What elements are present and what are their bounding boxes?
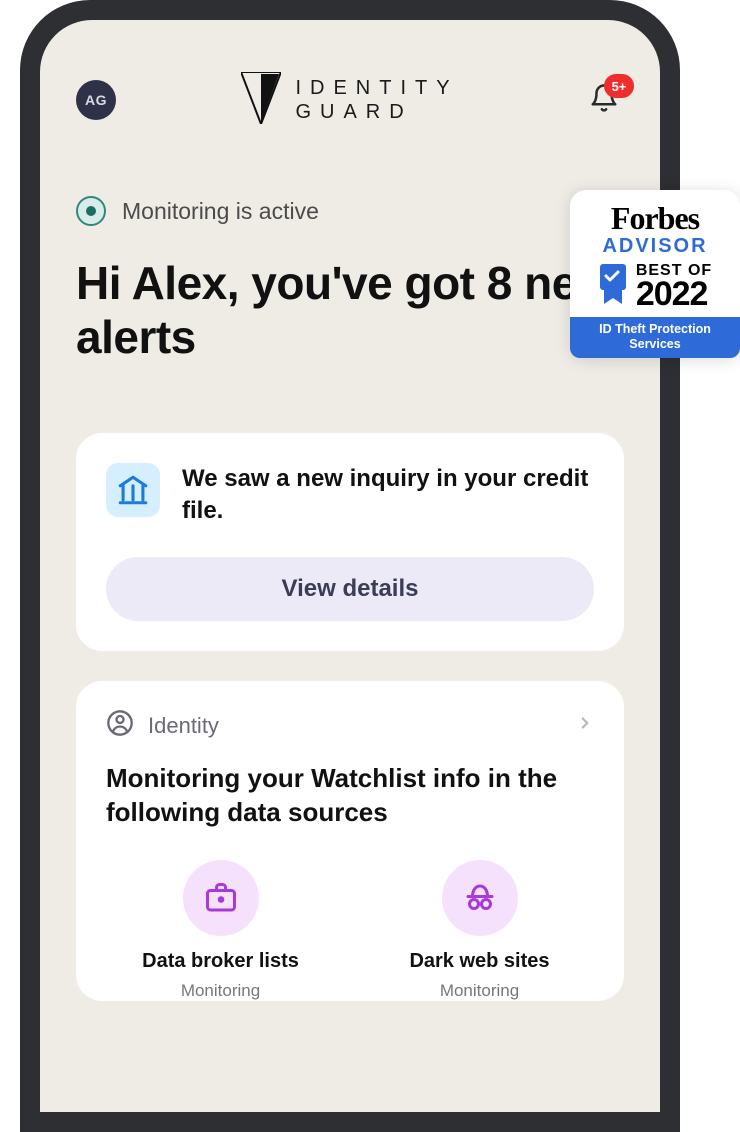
status-text: Monitoring is active	[122, 198, 319, 225]
notification-badge: 5+	[604, 74, 634, 98]
avatar[interactable]: AG	[76, 80, 116, 120]
identity-heading: Monitoring your Watchlist info in the fo…	[106, 762, 594, 830]
chevron-right-icon	[576, 714, 594, 737]
incognito-icon	[442, 860, 518, 936]
forbes-advisor-label: ADVISOR	[602, 235, 707, 258]
forbes-year: 2022	[636, 278, 712, 310]
forbes-category: ID Theft Protection Services	[570, 317, 740, 358]
forbes-advisor-badge: Forbes ADVISOR BEST OF 2022 ID Theft Pro…	[570, 190, 740, 358]
monitoring-status: Monitoring is active	[76, 196, 624, 226]
person-circle-icon	[106, 709, 134, 742]
source-status: Monitoring	[181, 981, 260, 1001]
bank-icon	[106, 463, 160, 517]
source-status: Monitoring	[440, 981, 519, 1001]
brand-logo: IDENTITY GUARD	[241, 72, 458, 129]
notifications-button[interactable]: 5+	[584, 80, 624, 120]
status-active-icon	[76, 196, 106, 226]
forbes-brand: Forbes	[611, 200, 699, 237]
view-details-button[interactable]: View details	[106, 557, 594, 621]
brand-line2: GUARD	[295, 102, 458, 122]
source-data-brokers[interactable]: Data broker lists Monitoring	[106, 860, 335, 1001]
ribbon-check-icon	[598, 262, 628, 311]
app-header: AG IDENTITY GUARD	[76, 70, 624, 130]
alert-message: We saw a new inquiry in your credit file…	[182, 463, 594, 528]
brand-line1: IDENTITY	[295, 78, 458, 98]
source-dark-web[interactable]: Dark web sites Monitoring	[365, 860, 594, 1001]
source-name: Dark web sites	[409, 950, 549, 973]
source-name: Data broker lists	[142, 950, 299, 973]
identity-section-label: Identity	[148, 713, 219, 739]
phone-frame: AG IDENTITY GUARD	[20, 0, 680, 1132]
identity-card[interactable]: Identity Monitoring your Watchlist info …	[76, 681, 624, 1001]
shield-logo-icon	[241, 72, 281, 129]
briefcase-icon	[183, 860, 259, 936]
alert-card: We saw a new inquiry in your credit file…	[76, 433, 624, 652]
phone-screen: AG IDENTITY GUARD	[40, 20, 660, 1112]
page-headline: Hi Alex, you've got 8 new alerts	[76, 256, 624, 365]
